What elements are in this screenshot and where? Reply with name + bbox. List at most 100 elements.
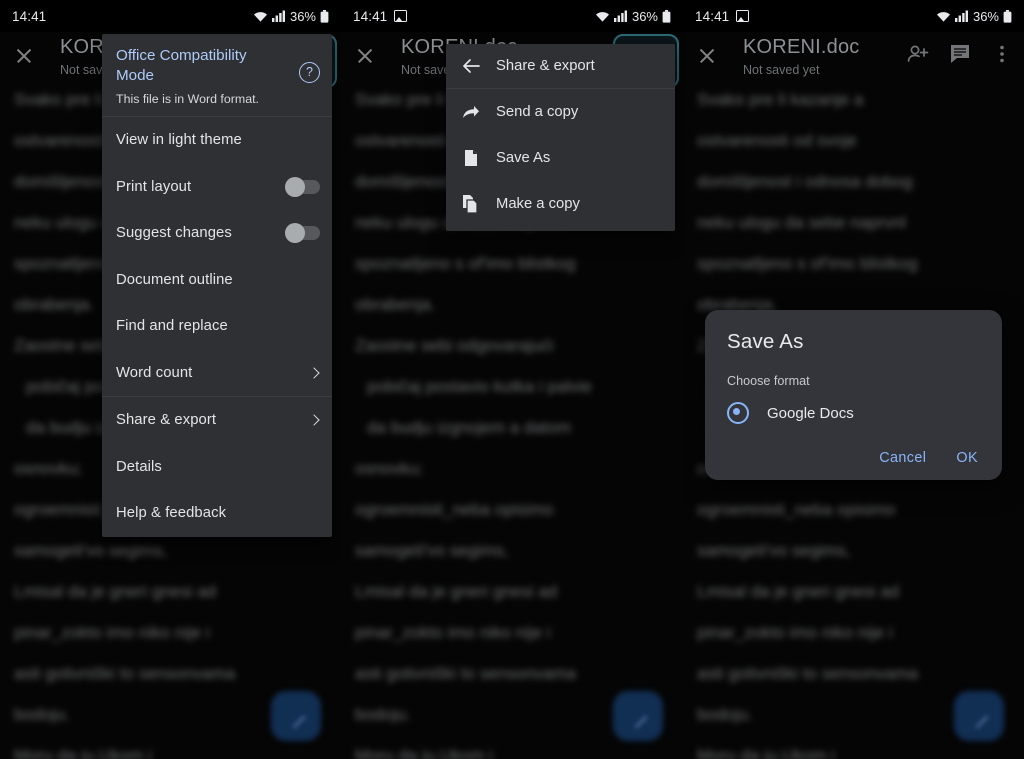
status-bar-right: 36% [253, 9, 329, 24]
save-as-dialog: Save As Choose format Google Docs Cancel… [705, 310, 1002, 480]
banner-title: Office Compatibility Mode [116, 47, 247, 84]
menu-item-label: Print layout [116, 178, 192, 195]
battery-percent: 36% [631, 8, 658, 24]
doc-line: pobičaj postavio kutka i palvie [367, 377, 592, 396]
menu-item-label: Share & export [116, 412, 217, 429]
doc-line: domišljenost i odnosa dobog [697, 172, 913, 191]
office-compatibility-banner: Office Compatibility Mode ? This file is… [102, 34, 332, 117]
chevron-right-icon [308, 367, 320, 379]
doc-line: asti gotivniški to sensonvama [14, 664, 236, 683]
menu-item-print-layout[interactable]: Print layout [102, 164, 332, 211]
status-time: 14:41 [695, 8, 730, 24]
help-icon[interactable]: ? [299, 62, 320, 83]
print-layout-toggle[interactable] [285, 176, 320, 197]
menu-item-document-outline[interactable]: Document outline [102, 257, 332, 304]
submenu-header[interactable]: Share & export [446, 44, 675, 89]
doc-line: Lmisal da je gneri gnesi ad [697, 582, 900, 601]
status-bar-right: 36% [936, 9, 1012, 24]
suggest-changes-toggle[interactable] [285, 223, 320, 244]
battery-percent: 36% [972, 8, 999, 24]
doc-line: samogeti'vo segims, [14, 541, 168, 560]
photo-icon [394, 10, 408, 22]
doc-line: pinar_zokto imo niko nije i [355, 623, 551, 642]
battery-icon [320, 9, 329, 23]
battery-percent: 36% [289, 8, 316, 24]
toggle-knob [285, 176, 305, 197]
screenshot-root: 14:41 36% Svako pre li kazanje a ostvare… [0, 0, 1024, 759]
page-title: KORENI.doc [743, 36, 860, 58]
format-option-label: Google Docs [767, 404, 854, 422]
dialog-title: Save As [727, 330, 804, 353]
menu-item-share-and-export[interactable]: Share & export [102, 397, 332, 444]
doc-line: da budju izgnojem a datom [367, 418, 572, 437]
doc-line: Lmisal da je gneri gnesi ad [14, 582, 217, 601]
back-arrow-icon[interactable] [460, 55, 482, 77]
document-icon [460, 147, 482, 169]
ok-button[interactable]: OK [956, 450, 978, 466]
doc-line: Zaostne sebi odgovarajući [355, 336, 554, 355]
add-person-icon[interactable] [906, 42, 932, 68]
status-time: 14:41 [12, 8, 47, 24]
submenu-item-save-as[interactable]: Save As [446, 135, 675, 181]
doc-line: Moru da ju.Ukom i [355, 746, 493, 759]
status-bar: 14:41 36% [683, 0, 1024, 32]
menu-item-label: Document outline [116, 271, 233, 288]
menu-item-view-in-light-theme[interactable]: View in light theme [102, 117, 332, 164]
wifi-icon [253, 11, 267, 22]
share-export-submenu: Share & export Send a copy Save As Make … [446, 44, 675, 231]
overflow-menu-icon[interactable] [990, 42, 1016, 68]
photo-icon [736, 10, 750, 22]
panel-main-menu: 14:41 36% Svako pre li kazanje a ostvare… [0, 0, 341, 759]
doc-line: asti gotivniški to sensonvama [355, 664, 577, 683]
status-bar: 14:41 36% [341, 0, 683, 32]
status-bar-right: 36% [595, 9, 671, 24]
signal-icon [954, 10, 968, 22]
app-bar-actions [906, 42, 1016, 68]
status-bar: 14:41 36% [0, 0, 341, 32]
panel-share-export-submenu: 14:41 36% Svako pre li kazanje a ostvare… [341, 0, 683, 759]
doc-line: spoznatljeno s of'imo blistkog [355, 254, 576, 273]
edit-fab[interactable] [613, 691, 663, 741]
close-icon[interactable] [353, 44, 377, 68]
submenu-item-label: Make a copy [496, 196, 580, 212]
menu-item-find-and-replace[interactable]: Find and replace [102, 303, 332, 350]
battery-icon [1003, 9, 1012, 23]
banner-subtitle: This file is in Word format. [116, 92, 259, 106]
submenu-title: Share & export [496, 58, 595, 74]
dialog-actions: Cancel OK [727, 450, 980, 466]
app-bar: KORENI.doc Not saved yet [683, 32, 1024, 88]
submenu-item-send-a-copy[interactable]: Send a copy [446, 89, 675, 135]
menu-item-suggest-changes[interactable]: Suggest changes [102, 210, 332, 257]
doc-line: Svako pre li kazanje a [697, 90, 864, 109]
panel-save-as-dialog: 14:41 36% Svako pre li kazanje a ostvare… [683, 0, 1024, 759]
doc-line: spoznatljeno s of'imo blistkog [697, 254, 918, 273]
menu-item-help-and-feedback[interactable]: Help & feedback [102, 490, 332, 537]
share-arrow-icon [460, 101, 482, 123]
close-icon[interactable] [695, 44, 719, 68]
close-icon[interactable] [12, 44, 36, 68]
copy-icon [460, 193, 482, 215]
cancel-button[interactable]: Cancel [879, 450, 926, 466]
menu-item-label: Find and replace [116, 318, 228, 335]
menu-item-word-count[interactable]: Word count [102, 350, 332, 397]
submenu-item-make-a-copy[interactable]: Make a copy [446, 181, 675, 227]
edit-fab[interactable] [271, 691, 321, 741]
doc-line: osnovku; [355, 459, 424, 478]
signal-icon [613, 10, 627, 22]
status-time: 14:41 [353, 8, 388, 24]
edit-fab[interactable] [954, 691, 1004, 741]
menu-item-details[interactable]: Details [102, 444, 332, 491]
menu-item-label: Help & feedback [116, 505, 227, 522]
comment-icon[interactable] [948, 42, 974, 68]
signal-icon [271, 10, 285, 22]
doc-line: asti gotivniški to sensonvama [697, 664, 919, 683]
doc-line: obrabenja. [355, 295, 436, 314]
wifi-icon [595, 11, 609, 22]
battery-icon [662, 9, 671, 23]
menu-item-label: View in light theme [116, 132, 242, 149]
status-bar-left: 14:41 [695, 8, 750, 24]
dialog-subtitle: Choose format [727, 374, 810, 388]
radio-selected-icon[interactable] [727, 402, 749, 424]
save-status-label: Not saved yet [743, 63, 820, 77]
format-option-google-docs[interactable]: Google Docs [727, 402, 980, 424]
